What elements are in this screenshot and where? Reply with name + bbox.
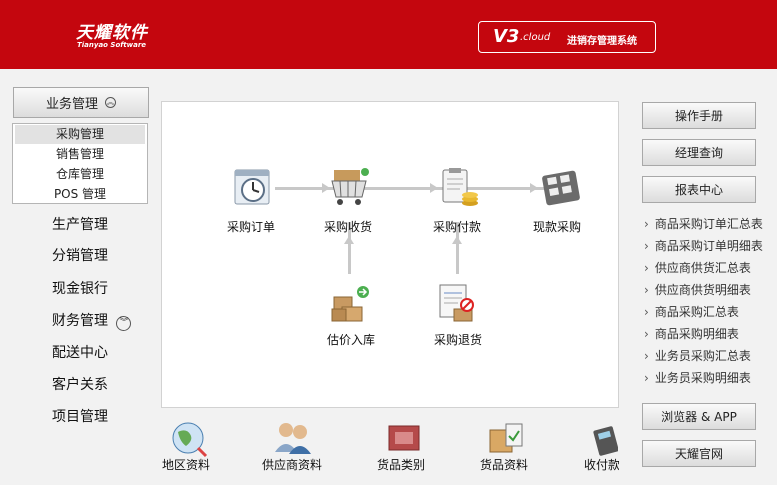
quick-link-goods-category[interactable]: 货品类别 (361, 456, 441, 473)
submenu-item-warehouse[interactable]: 仓库管理 (15, 165, 145, 184)
quick-link-payment[interactable]: 收付款 (584, 456, 619, 473)
sidebar-submenu: 采购管理 销售管理 仓库管理 POS 管理 (12, 123, 148, 204)
return-document-icon[interactable] (436, 283, 478, 323)
version-suffix: .cloud (520, 32, 551, 43)
submenu-item-pos[interactable]: POS 管理 (15, 185, 145, 204)
sidebar-item-finance[interactable]: 财务管理 ︾ (52, 311, 132, 331)
sidebar-item-label: 业务管理 (45, 97, 98, 112)
report-link[interactable]: 业务员采购明细表 (644, 370, 751, 386)
flow-line-main (275, 187, 550, 190)
quick-link-region[interactable]: 地区资料 (146, 456, 226, 473)
manager-query-button[interactable]: 经理查询 (642, 139, 756, 166)
browser-app-button[interactable]: 浏览器 & APP (642, 403, 756, 430)
flow-node-estimate-inbound[interactable]: 估价入库 (311, 331, 391, 348)
chevron-up-icon[interactable]: ︽ (105, 97, 116, 108)
flow-node-purchase-receive[interactable]: 采购收货 (308, 218, 388, 235)
clock-document-icon[interactable] (232, 167, 274, 207)
chevron-down-icon[interactable]: ︾ (116, 316, 132, 331)
header-bar: 天耀软件 Tianyao Software V3 .cloud 进销存管理系统 (0, 0, 777, 69)
report-link[interactable]: 商品采购订单汇总表 (644, 216, 763, 232)
payment-terminal-icon[interactable] (592, 418, 618, 458)
sidebar-item-project[interactable]: 项目管理 (52, 407, 108, 427)
flow-node-purchase-payment[interactable]: 采购付款 (417, 218, 497, 235)
arrow-up-icon (344, 236, 354, 244)
version-number: V3 (493, 26, 520, 47)
logo-text: 天耀软件 (76, 23, 148, 43)
shopping-cart-icon[interactable] (328, 167, 370, 207)
region-globe-icon[interactable] (168, 418, 210, 458)
clipboard-coins-icon[interactable] (438, 167, 480, 207)
report-link[interactable]: 商品采购明细表 (644, 326, 739, 342)
goods-info-icon[interactable] (486, 418, 528, 458)
flow-panel (161, 101, 619, 408)
arrow-up-icon (452, 236, 462, 244)
arrow-right-icon (530, 183, 538, 193)
submenu-item-purchase[interactable]: 采购管理 (15, 125, 145, 144)
official-website-button[interactable]: 天耀官网 (642, 440, 756, 467)
report-link[interactable]: 供应商供货汇总表 (644, 260, 751, 276)
version-badge: V3 .cloud 进销存管理系统 (478, 21, 656, 53)
goods-category-icon[interactable] (383, 418, 425, 458)
sidebar-item-business-management[interactable]: 业务管理 ︽ (13, 87, 149, 118)
sidebar-item-distribution[interactable]: 分销管理 (52, 246, 108, 266)
supplier-people-icon[interactable] (272, 418, 314, 458)
report-link[interactable]: 商品采购汇总表 (644, 304, 739, 320)
sidebar-item-crm[interactable]: 客户关系 (52, 375, 108, 395)
arrow-right-icon (430, 183, 438, 193)
quick-link-goods-info[interactable]: 货品资料 (464, 456, 544, 473)
logo-subtext: Tianyao Software (77, 41, 147, 49)
boxes-in-icon[interactable] (328, 283, 370, 323)
flow-node-purchase-return[interactable]: 采购退货 (418, 331, 498, 348)
flow-node-purchase-order[interactable]: 采购订单 (211, 218, 291, 235)
report-link[interactable]: 业务员采购汇总表 (644, 348, 751, 364)
manual-button[interactable]: 操作手册 (642, 102, 756, 129)
calculator-icon[interactable] (540, 167, 582, 207)
flow-node-cash-purchase[interactable]: 现款采购 (517, 218, 597, 235)
sidebar-item-production[interactable]: 生产管理 (52, 215, 108, 235)
sidebar-item-cash-bank[interactable]: 现金银行 (52, 279, 108, 299)
report-link[interactable]: 商品采购订单明细表 (644, 238, 763, 254)
sidebar-item-delivery[interactable]: 配送中心 (52, 343, 108, 363)
quick-link-supplier[interactable]: 供应商资料 (252, 456, 332, 473)
system-name: 进销存管理系统 (567, 36, 637, 47)
submenu-item-sales[interactable]: 销售管理 (15, 145, 145, 164)
sidebar-item-label: 财务管理 (52, 313, 108, 329)
report-center-button[interactable]: 报表中心 (642, 176, 756, 203)
report-link[interactable]: 供应商供货明细表 (644, 282, 751, 298)
